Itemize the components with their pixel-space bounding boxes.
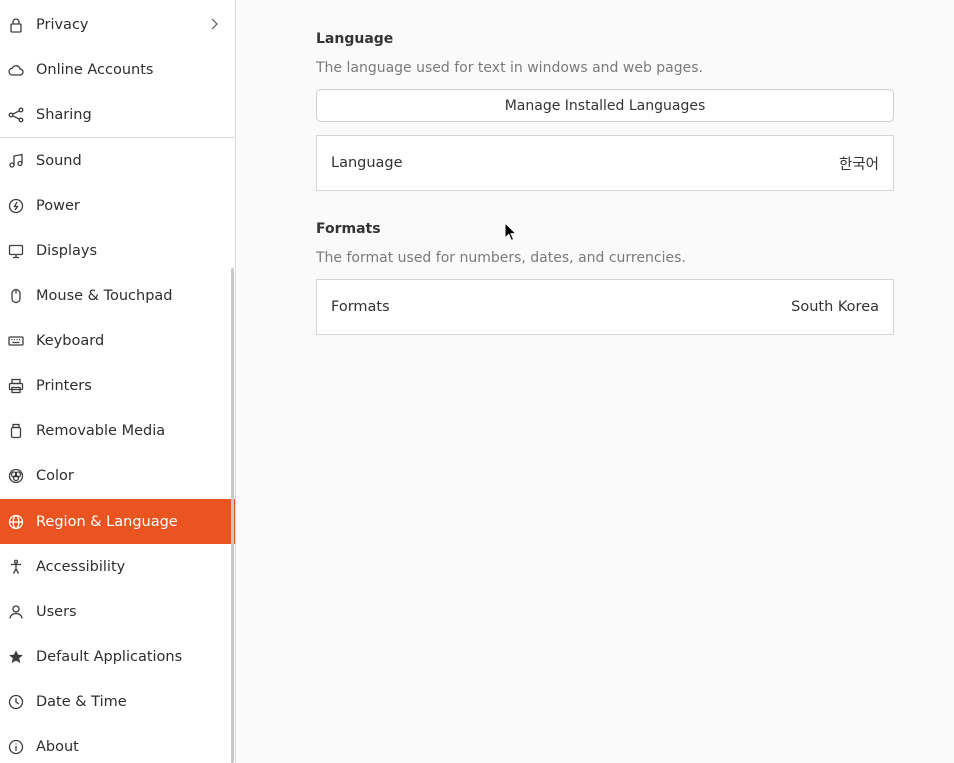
sidebar-item-label: Accessibility — [36, 558, 126, 575]
sidebar-item-label: Printers — [36, 377, 92, 394]
globe-icon — [0, 499, 36, 544]
sidebar: Privacy Online Accounts Sharing Sound Po… — [0, 0, 236, 763]
language-row-value: 한국어 — [838, 156, 879, 173]
sidebar-item-label: Online Accounts — [36, 61, 154, 78]
sidebar-item-color[interactable]: Color — [0, 453, 235, 498]
sidebar-item-about[interactable]: About — [0, 724, 235, 763]
sidebar-item-label: Mouse & Touchpad — [36, 287, 173, 304]
sidebar-item-label: Keyboard — [36, 332, 105, 349]
sidebar-item-printers[interactable]: Printers — [0, 363, 235, 408]
region-language-panel: Language The language used for text in w… — [236, 0, 954, 763]
language-row[interactable]: Language 한국어 — [316, 135, 894, 191]
music-note-icon — [0, 138, 36, 183]
formats-section-title: Formats — [316, 221, 381, 237]
sidebar-item-label: Date & Time — [36, 693, 127, 710]
clock-icon — [0, 679, 36, 724]
sidebar-item-label: Users — [36, 603, 77, 620]
sidebar-item-label: Color — [36, 467, 74, 484]
sidebar-item-removable-media[interactable]: Removable Media — [0, 408, 235, 453]
sidebar-item-users[interactable]: Users — [0, 589, 235, 634]
sidebar-item-accessibility[interactable]: Accessibility — [0, 544, 235, 589]
sidebar-item-region-language[interactable]: Region & Language — [0, 499, 235, 544]
sidebar-item-label: Privacy — [36, 16, 89, 33]
sidebar-item-label: Removable Media — [36, 422, 166, 439]
cloud-icon — [0, 47, 36, 92]
manage-installed-languages-button[interactable]: Manage Installed Languages — [316, 89, 894, 122]
language-section-title: Language — [316, 31, 394, 47]
sidebar-item-sharing[interactable]: Sharing — [0, 92, 235, 137]
sidebar-item-power[interactable]: Power — [0, 183, 235, 228]
sidebar-item-privacy[interactable]: Privacy — [0, 2, 235, 47]
star-icon — [0, 634, 36, 679]
chevron-right-icon — [209, 17, 219, 31]
sidebar-item-label: Default Applications — [36, 648, 183, 665]
sidebar-item-label: Region & Language — [36, 513, 178, 530]
sidebar-item-mouse-touchpad[interactable]: Mouse & Touchpad — [0, 273, 235, 318]
accessibility-icon — [0, 544, 36, 589]
sidebar-item-default-applications[interactable]: Default Applications — [0, 634, 235, 679]
sidebar-item-label: Sound — [36, 152, 82, 169]
formats-row-value: South Korea — [791, 299, 879, 315]
sidebar-item-displays[interactable]: Displays — [0, 228, 235, 273]
printer-icon — [0, 363, 36, 408]
formats-row-label: Formats — [331, 299, 390, 315]
sidebar-item-label: Displays — [36, 242, 98, 259]
formats-row[interactable]: Formats South Korea — [316, 279, 894, 335]
sidebar-scrollbar[interactable] — [231, 268, 234, 763]
mouse-icon — [0, 273, 36, 318]
lock-icon — [0, 2, 36, 47]
sidebar-item-label: Power — [36, 197, 80, 214]
language-section-description: The language used for text in windows an… — [316, 60, 703, 76]
sidebar-item-online-accounts[interactable]: Online Accounts — [0, 47, 235, 92]
sidebar-item-sound[interactable]: Sound — [0, 138, 235, 183]
info-icon — [0, 724, 36, 763]
power-icon — [0, 183, 36, 228]
sidebar-item-date-time[interactable]: Date & Time — [0, 679, 235, 724]
user-icon — [0, 589, 36, 634]
keyboard-icon — [0, 318, 36, 363]
mouse-pointer-icon — [504, 222, 516, 242]
language-row-label: Language — [331, 155, 403, 171]
display-icon — [0, 228, 36, 273]
color-icon — [0, 453, 36, 498]
sidebar-item-label: About — [36, 738, 79, 755]
settings-window: Privacy Online Accounts Sharing Sound Po… — [0, 0, 954, 763]
share-icon — [0, 92, 36, 137]
sidebar-item-keyboard[interactable]: Keyboard — [0, 318, 235, 363]
usb-drive-icon — [0, 408, 36, 453]
formats-section-description: The format used for numbers, dates, and … — [316, 250, 686, 266]
sidebar-item-label: Sharing — [36, 106, 92, 123]
